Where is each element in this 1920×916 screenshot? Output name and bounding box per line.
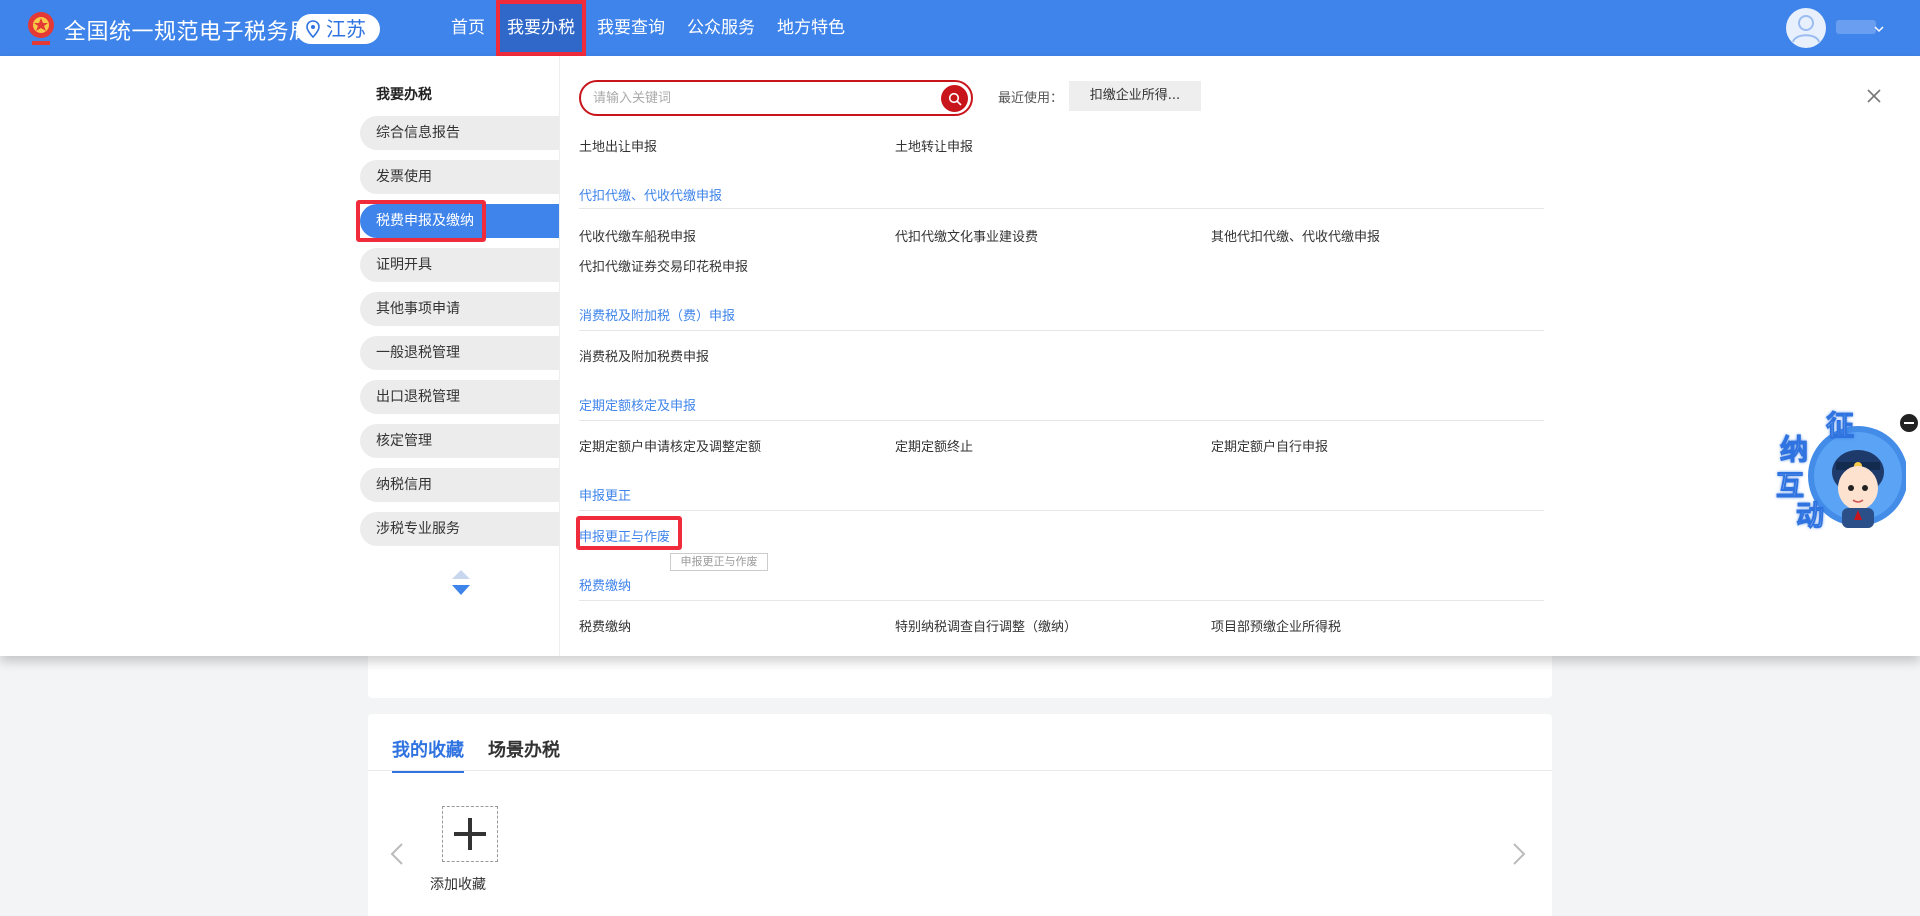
link-land-transfer-out[interactable]: 土地出让申报	[579, 136, 657, 155]
divider	[579, 208, 1544, 209]
link-project-prepay[interactable]: 项目部预缴企业所得税	[1211, 616, 1341, 635]
scroll-arrows-icon[interactable]	[450, 568, 472, 598]
nav-public-service[interactable]: 公众服务	[676, 0, 766, 56]
link-quota-self-declare[interactable]: 定期定额户自行申报	[1211, 436, 1328, 455]
section-withholding: 代扣代缴、代收代缴申报	[579, 189, 723, 204]
favorites-tabs: 我的收藏 场景办税	[392, 736, 560, 773]
sidebar-item-other-requests[interactable]: 其他事项申请	[360, 292, 560, 326]
sidebar-item-tax-credit[interactable]: 纳税信用	[360, 468, 560, 502]
link-tax-payment[interactable]: 税费缴纳	[579, 616, 631, 635]
chevron-right-icon[interactable]	[1512, 842, 1526, 866]
section-fixed-quota: 定期定额核定及申报	[579, 399, 697, 414]
sidebar-item-declaration-payment[interactable]: 税费申报及缴纳	[356, 200, 560, 242]
section-correction: 申报更正	[579, 489, 632, 504]
nav-tax-handling[interactable]: 我要办税	[496, 0, 586, 56]
tab-my-favorites[interactable]: 我的收藏	[392, 736, 464, 773]
search-input[interactable]	[593, 88, 933, 108]
divider	[579, 600, 1544, 601]
tooltip: 申报更正与作废	[670, 553, 768, 571]
divider	[579, 510, 1544, 511]
favorites-card: 我的收藏 场景办税 添加收藏	[368, 714, 1552, 916]
link-special-adjustment[interactable]: 特别纳税调查自行调整（缴纳）	[895, 616, 1077, 635]
nav-local-features[interactable]: 地方特色	[766, 0, 856, 56]
mascot-char: 纳	[1779, 433, 1809, 467]
divider	[368, 770, 1552, 771]
nav-home[interactable]: 首页	[440, 0, 496, 56]
chevron-down-icon[interactable]	[1872, 22, 1886, 36]
link-stamp-duty[interactable]: 代扣代缴证券交易印花税申报	[579, 256, 748, 275]
sidebar-item-certificate[interactable]: 证明开具	[360, 248, 560, 282]
section-payment: 税费缴纳	[579, 579, 632, 594]
location-pin-icon	[306, 20, 320, 38]
section-consumption-tax: 消费税及附加税（费）申报	[579, 309, 736, 324]
nav-query[interactable]: 我要查询	[586, 0, 676, 56]
link-other-withholding[interactable]: 其他代扣代缴、代收代缴申报	[1211, 226, 1380, 245]
link-consumption-tax[interactable]: 消费税及附加税费申报	[579, 346, 709, 365]
region-label: 江苏	[326, 17, 366, 41]
tax-emblem-icon[interactable]	[24, 8, 58, 48]
sidebar-item-info-report[interactable]: 综合信息报告	[360, 116, 560, 150]
recent-label: 最近使用：	[998, 91, 1064, 106]
sidebar-item-general-refund[interactable]: 一般退税管理	[360, 336, 560, 370]
interaction-mascot[interactable]: 征 纳 互 动	[1770, 408, 1906, 538]
divider	[579, 330, 1544, 331]
add-favorite-button[interactable]	[442, 806, 498, 862]
sidebar-item-export-refund[interactable]: 出口退税管理	[360, 380, 560, 414]
search-box	[579, 80, 973, 116]
top-header: 全国统一规范电子税务局 江苏 首页 我要办税 我要查询 公众服务 地方特色	[0, 0, 1920, 56]
link-quota-apply[interactable]: 定期定额户申请核定及调整定额	[579, 436, 761, 455]
main-nav: 首页 我要办税 我要查询 公众服务 地方特色	[440, 0, 856, 56]
tab-scenario-tax[interactable]: 场景办税	[488, 736, 560, 773]
region-selector[interactable]: 江苏	[296, 14, 380, 44]
user-icon	[1792, 15, 1820, 43]
tax-handling-dropdown: 我要办税 综合信息报告 发票使用 税费申报及缴纳 证明开具 其他事项申请 一般退…	[0, 56, 1920, 656]
sidebar-item-professional-service[interactable]: 涉税专业服务	[360, 512, 560, 546]
mascot-char: 动	[1795, 499, 1825, 533]
sidebar-heading: 我要办税	[376, 87, 432, 103]
mascot-char: 征	[1825, 409, 1855, 443]
close-icon[interactable]	[1866, 88, 1882, 104]
plus-icon	[454, 818, 486, 850]
site-title[interactable]: 全国统一规范电子税务局	[64, 14, 312, 46]
search-icon	[948, 92, 962, 106]
chevron-left-icon[interactable]	[390, 842, 404, 866]
link-vehicle-vessel-tax[interactable]: 代收代缴车船税申报	[579, 226, 696, 245]
sidebar-item-assessment[interactable]: 核定管理	[360, 424, 560, 458]
sidebar-item-label: 税费申报及缴纳	[376, 213, 474, 229]
link-correction-void[interactable]: 申报更正与作废	[579, 526, 670, 545]
divider	[579, 420, 1544, 421]
divider	[559, 56, 560, 656]
search-button[interactable]	[941, 85, 968, 112]
sidebar-item-invoice[interactable]: 发票使用	[360, 160, 560, 194]
link-quota-terminate[interactable]: 定期定额终止	[895, 436, 973, 455]
recent-item-chip[interactable]: 扣缴企业所得...	[1069, 81, 1201, 111]
link-culture-fee[interactable]: 代扣代缴文化事业建设费	[895, 226, 1038, 245]
username-masked[interactable]	[1836, 20, 1876, 34]
category-sidebar: 我要办税 综合信息报告 发票使用 税费申报及缴纳 证明开具 其他事项申请 一般退…	[356, 56, 560, 656]
mascot-close-button[interactable]	[1900, 414, 1918, 432]
add-favorite-label: 添加收藏	[430, 877, 486, 893]
avatar[interactable]	[1786, 8, 1826, 48]
link-land-transfer[interactable]: 土地转让申报	[895, 136, 973, 155]
